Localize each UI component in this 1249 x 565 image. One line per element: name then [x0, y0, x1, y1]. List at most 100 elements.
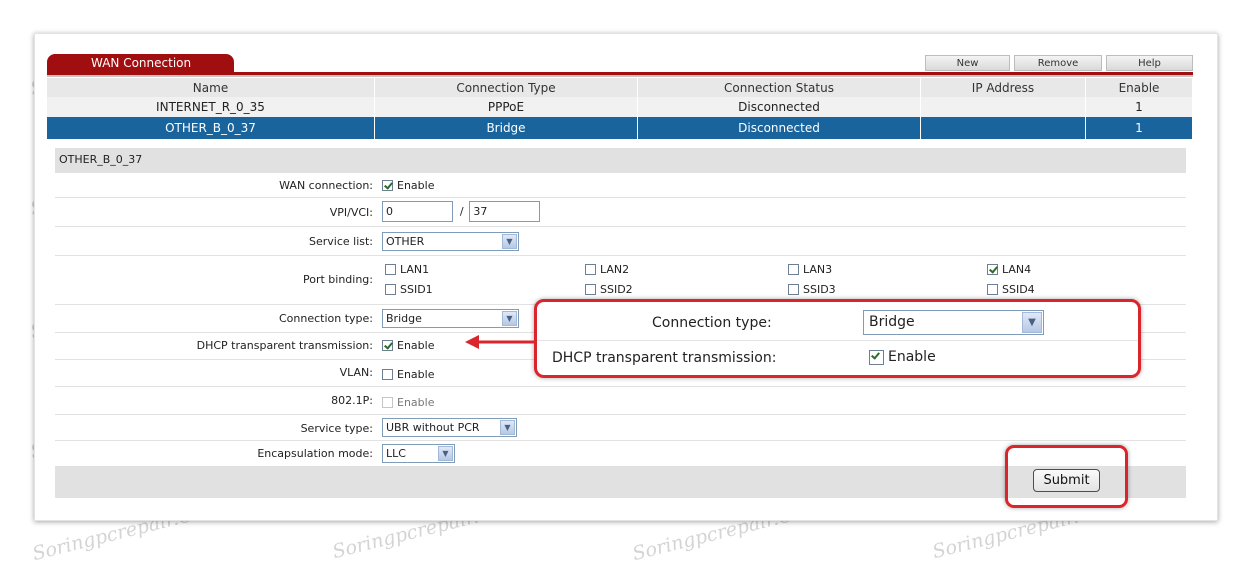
- table-row[interactable]: INTERNET_R_0_35 PPPoE Disconnected 1: [47, 97, 1193, 117]
- submit-highlight: Submit: [1005, 445, 1128, 508]
- row-vpi-vci: VPI/VCI: 0 / 37: [55, 198, 1186, 227]
- port-ssid4-checkbox[interactable]: [987, 283, 998, 295]
- vpi-input[interactable]: 0: [382, 201, 453, 222]
- service-type-label: Service type:: [300, 422, 373, 435]
- zoom-callout: Connection type: Bridge ▼ DHCP transpare…: [534, 299, 1141, 378]
- cell-name: INTERNET_R_0_35: [47, 97, 375, 117]
- column-header-connection-status: Connection Status: [637, 78, 921, 97]
- callout-dhcp-checkbox: [869, 349, 884, 365]
- encapsulation-value: LLC: [386, 447, 406, 460]
- encapsulation-label: Encapsulation mode:: [257, 447, 373, 460]
- port-lan4: LAN4: [987, 262, 1031, 276]
- chevron-down-icon: ▼: [500, 420, 515, 435]
- tab-wan-connection[interactable]: WAN Connection: [47, 54, 234, 72]
- vpi-vci-separator: /: [459, 205, 464, 218]
- header-divider: [47, 72, 1193, 77]
- dhcp-transparent-label: DHCP transparent transmission:: [196, 339, 373, 352]
- connection-type-select[interactable]: Bridge ▼: [382, 309, 519, 328]
- service-list-select[interactable]: OTHER ▼: [382, 232, 519, 251]
- vlan-checkbox-label: Enable: [397, 368, 435, 381]
- port-ssid4: SSID4: [987, 282, 1035, 296]
- cell-enable: 1: [1085, 117, 1193, 139]
- callout-connection-type-value: Bridge: [869, 314, 915, 330]
- new-button[interactable]: New: [925, 55, 1010, 71]
- cell-connection-type: Bridge: [374, 117, 638, 139]
- dhcp-transparent-checkbox-label: Enable: [397, 339, 435, 352]
- callout-divider: [537, 340, 1138, 341]
- vlan-field: Enable: [382, 367, 434, 381]
- connections-table: Name Connection Type Connection Status I…: [47, 78, 1193, 139]
- port-lan4-label: LAN4: [1002, 262, 1032, 276]
- service-list-field: OTHER ▼: [382, 232, 519, 251]
- port-ssid4-label: SSID4: [1002, 282, 1035, 296]
- port-ssid2: SSID2: [585, 282, 633, 296]
- callout-dhcp-checkbox-label: Enable: [888, 349, 936, 365]
- port-ssid3: SSID3: [788, 282, 836, 296]
- port-lan1: LAN1: [385, 262, 429, 276]
- row-service-list: Service list: OTHER ▼: [55, 227, 1186, 256]
- p8021-field: Enable: [382, 395, 434, 409]
- dhcp-transparent-checkbox[interactable]: [382, 340, 393, 351]
- port-lan4-checkbox[interactable]: [987, 263, 998, 275]
- submit-button[interactable]: Submit: [1033, 469, 1100, 492]
- service-type-select[interactable]: UBR without PCR ▼: [382, 418, 517, 437]
- row-service-type: Service type: UBR without PCR ▼: [55, 415, 1186, 441]
- table-header-row: Name Connection Type Connection Status I…: [47, 78, 1193, 97]
- help-button[interactable]: Help: [1106, 55, 1193, 71]
- row-port-binding: Port binding: LAN1 LAN2 LAN3 LAN4 SSID1 …: [55, 256, 1186, 305]
- column-header-name: Name: [47, 78, 375, 97]
- port-ssid1: SSID1: [385, 282, 433, 296]
- red-arrow-icon: [465, 335, 537, 349]
- port-ssid2-checkbox[interactable]: [585, 283, 596, 295]
- vpi-vci-label: VPI/VCI:: [329, 206, 373, 219]
- vlan-checkbox[interactable]: [382, 369, 393, 380]
- port-lan2-checkbox[interactable]: [585, 263, 596, 275]
- cell-ip-address: [920, 117, 1086, 139]
- port-lan2: LAN2: [585, 262, 629, 276]
- service-type-value: UBR without PCR: [386, 421, 480, 434]
- callout-connection-type-select: Bridge ▼: [863, 310, 1044, 335]
- cell-connection-status: Disconnected: [637, 117, 921, 139]
- remove-button[interactable]: Remove: [1014, 55, 1102, 71]
- wan-connection-label: WAN connection:: [279, 179, 373, 192]
- port-lan1-checkbox[interactable]: [385, 263, 396, 275]
- row-8021p: 802.1P: Enable: [55, 387, 1186, 415]
- encapsulation-select[interactable]: LLC ▼: [382, 444, 455, 463]
- port-ssid2-label: SSID2: [600, 282, 633, 296]
- port-lan3-checkbox[interactable]: [788, 263, 799, 275]
- encapsulation-field: LLC ▼: [382, 444, 455, 463]
- port-ssid3-label: SSID3: [803, 282, 836, 296]
- chevron-down-icon: ▼: [438, 446, 453, 461]
- p8021-checkbox: [382, 397, 393, 408]
- cell-ip-address: [920, 97, 1086, 117]
- table-row-selected[interactable]: OTHER_B_0_37 Bridge Disconnected 1: [47, 117, 1193, 139]
- wan-connection-checkbox-label: Enable: [397, 179, 435, 192]
- port-ssid1-label: SSID1: [400, 282, 433, 296]
- vpi-vci-field: 0 / 37: [382, 201, 541, 222]
- service-type-field: UBR without PCR ▼: [382, 418, 517, 437]
- port-lan1-label: LAN1: [400, 262, 430, 276]
- connection-type-field: Bridge ▼: [382, 309, 519, 328]
- cell-enable: 1: [1085, 97, 1193, 117]
- column-header-connection-type: Connection Type: [374, 78, 638, 97]
- callout-dhcp-label: DHCP transparent transmission:: [552, 350, 777, 366]
- service-list-label: Service list:: [308, 235, 373, 248]
- cell-connection-status: Disconnected: [637, 97, 921, 117]
- cell-name: OTHER_B_0_37: [47, 117, 375, 139]
- service-list-value: OTHER: [386, 235, 425, 248]
- port-ssid1-checkbox[interactable]: [385, 283, 396, 295]
- wan-connection-checkbox[interactable]: [382, 180, 393, 191]
- port-ssid3-checkbox[interactable]: [788, 283, 799, 295]
- port-binding-label: Port binding:: [302, 273, 373, 286]
- chevron-down-icon: ▼: [502, 234, 517, 249]
- p8021-label: 802.1P:: [331, 394, 373, 407]
- vci-input[interactable]: 37: [469, 201, 541, 222]
- port-lan2-label: LAN2: [600, 262, 630, 276]
- wan-connection-field: Enable: [382, 178, 434, 192]
- connection-type-label: Connection type:: [278, 312, 373, 325]
- cell-connection-type: PPPoE: [374, 97, 638, 117]
- column-header-ip-address: IP Address: [920, 78, 1086, 97]
- chevron-down-icon: ▼: [1022, 312, 1042, 333]
- chevron-down-icon: ▼: [502, 311, 517, 326]
- vlan-label: VLAN:: [339, 366, 373, 379]
